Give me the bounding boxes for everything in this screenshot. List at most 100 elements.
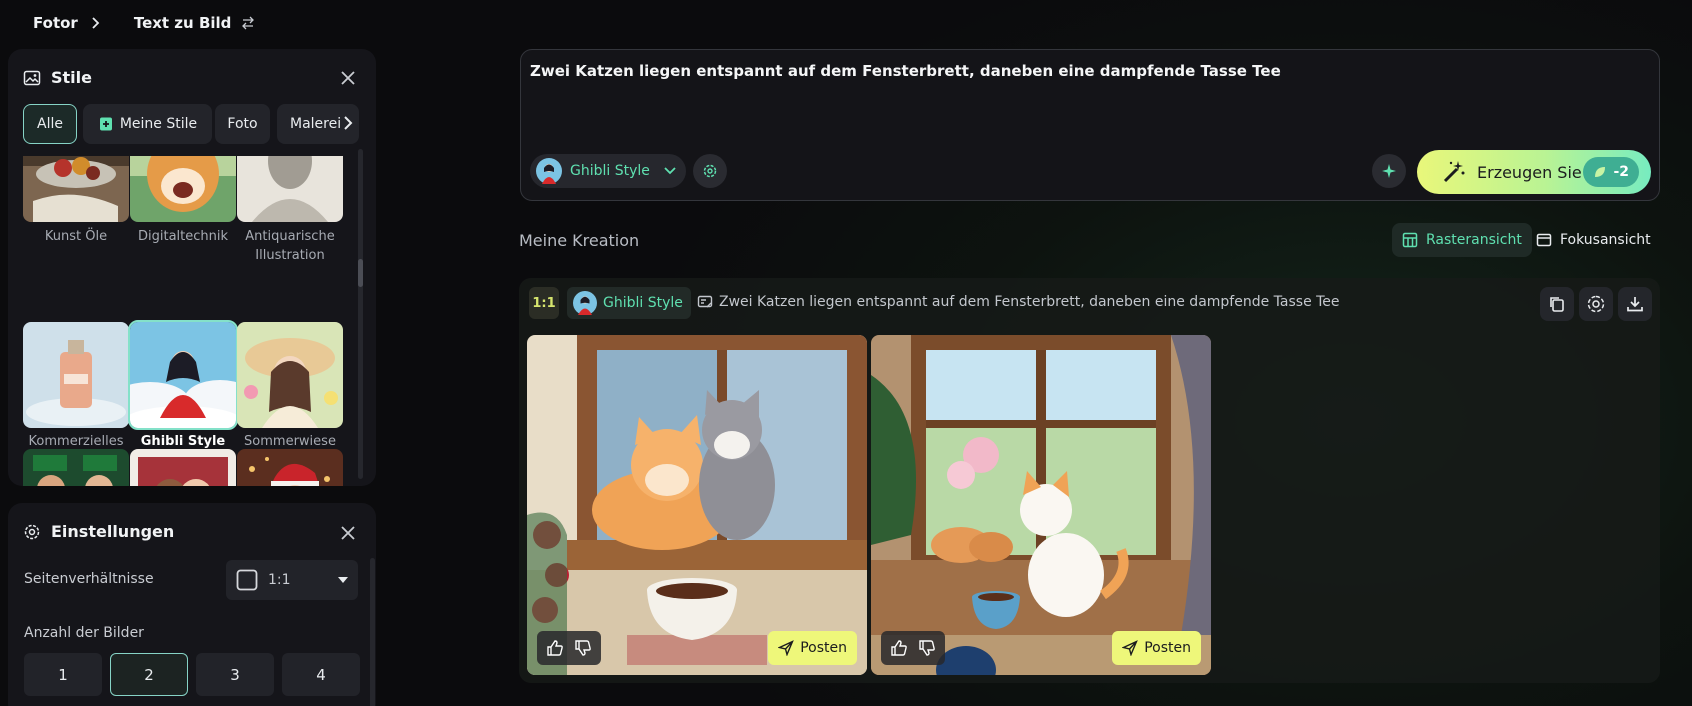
generated-image-2[interactable]: Posten bbox=[871, 335, 1211, 675]
square-ratio-icon bbox=[236, 569, 258, 591]
style-thumb-antiquarische-illustration[interactable] bbox=[237, 156, 343, 222]
style-selector[interactable]: Ghibli Style bbox=[530, 154, 686, 188]
vote-buttons-1 bbox=[537, 631, 601, 665]
chip-all[interactable]: Alle bbox=[23, 104, 77, 144]
settings-panel-header: Einstellungen bbox=[23, 522, 174, 541]
download-icon bbox=[1626, 295, 1644, 313]
prompt-edit-icon bbox=[697, 294, 713, 310]
chevron-down-icon bbox=[664, 167, 676, 175]
copy-icon bbox=[1548, 295, 1566, 313]
ghibli-avatar bbox=[536, 158, 562, 184]
swap-icon[interactable] bbox=[241, 16, 255, 30]
breadcrumb-home[interactable]: Fotor bbox=[33, 14, 78, 32]
post-button-label: Posten bbox=[1144, 640, 1191, 656]
thumbs-down-icon[interactable] bbox=[918, 639, 936, 657]
style-thumb-portrait[interactable] bbox=[130, 449, 236, 486]
settings-panel: Einstellungen Seitenverhältnisse 1:1 Anz… bbox=[8, 503, 376, 706]
styles-panel-header: Stile bbox=[23, 68, 92, 87]
breadcrumb-current[interactable]: Text zu Bild bbox=[134, 14, 232, 32]
focus-view-toggle[interactable]: Fokusansicht bbox=[1526, 223, 1661, 257]
focus-icon bbox=[1536, 232, 1552, 248]
styles-scrollbar-thumb[interactable] bbox=[358, 259, 363, 287]
post-button-1[interactable]: Posten bbox=[768, 631, 857, 665]
card-ratio-badge: 1:1 bbox=[529, 287, 559, 319]
chip-photo-label: Foto bbox=[227, 116, 258, 132]
style-label-antiquarische-illustration: Antiquarische Illustration bbox=[245, 229, 335, 263]
close-styles-icon[interactable] bbox=[337, 67, 359, 89]
creations-title: Meine Kreation bbox=[519, 231, 640, 250]
send-icon bbox=[1122, 640, 1139, 656]
card-prompt[interactable]: Zwei Katzen liegen entspannt auf dem Fen… bbox=[697, 294, 1340, 310]
count-option-3[interactable]: 3 bbox=[196, 653, 274, 696]
thumbs-up-icon[interactable] bbox=[890, 639, 908, 657]
style-thumb-christmas[interactable] bbox=[237, 449, 343, 486]
grid-view-toggle[interactable]: Rasteransicht bbox=[1392, 223, 1532, 257]
aspect-ratio-value: 1:1 bbox=[268, 572, 291, 588]
chip-my-styles[interactable]: Meine Stile bbox=[83, 104, 212, 144]
settings-scrollbar[interactable] bbox=[370, 558, 375, 706]
credit-value: -2 bbox=[1613, 164, 1629, 180]
styles-panel: Stile Alle Meine Stile Foto Malerei Kuns… bbox=[8, 49, 376, 486]
style-settings-button[interactable] bbox=[693, 154, 727, 188]
image-style-icon bbox=[23, 69, 41, 87]
styles-scrollbar[interactable] bbox=[358, 149, 363, 479]
chip-all-label: Alle bbox=[37, 116, 63, 132]
generate-button[interactable]: Erzeugen Sie -2 bbox=[1417, 150, 1651, 194]
card-style-label: Ghibli Style bbox=[603, 295, 683, 311]
thumbs-down-icon[interactable] bbox=[574, 639, 592, 657]
download-button[interactable] bbox=[1618, 287, 1652, 321]
styles-grid: Kunst Öle Digitaltechnik Antiquarische I… bbox=[23, 156, 348, 486]
style-thumb-kunst-oele[interactable] bbox=[23, 156, 129, 222]
magic-prompt-button[interactable] bbox=[1372, 154, 1406, 188]
breadcrumb: Fotor Text zu Bild bbox=[33, 14, 255, 32]
my-styles-icon bbox=[98, 116, 114, 132]
style-thumb-digitaltechnik[interactable] bbox=[130, 156, 236, 222]
ghibli-avatar-small bbox=[573, 291, 597, 315]
count-option-1[interactable]: 1 bbox=[24, 653, 102, 696]
chip-my-styles-label: Meine Stile bbox=[119, 116, 198, 132]
creation-card: 1:1 Ghibli Style Zwei Katzen liegen ents… bbox=[519, 278, 1660, 683]
post-button-label: Posten bbox=[800, 640, 847, 656]
card-prompt-text: Zwei Katzen liegen entspannt auf dem Fen… bbox=[719, 294, 1340, 310]
caret-down-icon bbox=[338, 577, 348, 583]
chip-photo[interactable]: Foto bbox=[215, 104, 270, 144]
grid-icon bbox=[1402, 232, 1418, 248]
style-thumb-kommerzielles-produkt[interactable] bbox=[23, 322, 129, 428]
style-thumb-party[interactable] bbox=[23, 449, 129, 486]
count-option-2[interactable]: 2 bbox=[110, 653, 188, 696]
generated-image-1[interactable]: Posten bbox=[527, 335, 867, 675]
regenerate-button[interactable] bbox=[1579, 287, 1613, 321]
style-thumb-ghibli-style[interactable] bbox=[128, 320, 238, 430]
grid-view-label: Rasteransicht bbox=[1426, 232, 1522, 248]
style-label-digitaltechnik: Digitaltechnik bbox=[137, 229, 229, 244]
generate-button-label: Erzeugen Sie bbox=[1477, 162, 1582, 182]
count-option-4[interactable]: 4 bbox=[282, 653, 360, 696]
chip-painting-label: Malerei bbox=[290, 116, 342, 132]
style-label-kunst-oele: Kunst Öle bbox=[44, 229, 108, 244]
thumbs-up-icon[interactable] bbox=[546, 639, 564, 657]
leaf-icon bbox=[1593, 165, 1607, 179]
magic-wand-icon bbox=[1441, 159, 1467, 185]
settings-gear-icon bbox=[23, 523, 41, 541]
close-settings-icon[interactable] bbox=[337, 522, 359, 544]
prompt-text[interactable]: Zwei Katzen liegen entspannt auf dem Fen… bbox=[530, 62, 1281, 80]
post-button-2[interactable]: Posten bbox=[1112, 631, 1201, 665]
style-selector-label: Ghibli Style bbox=[570, 163, 650, 179]
ai-icon bbox=[1587, 295, 1605, 313]
gear-icon bbox=[702, 163, 718, 179]
image-count-label: Anzahl der Bilder bbox=[24, 625, 144, 641]
chevron-right-icon bbox=[88, 16, 102, 30]
copy-button[interactable] bbox=[1540, 287, 1574, 321]
settings-panel-title: Einstellungen bbox=[51, 522, 175, 541]
chevron-right-icon[interactable] bbox=[341, 113, 355, 133]
send-icon bbox=[778, 640, 795, 656]
vote-buttons-2 bbox=[881, 631, 945, 665]
prompt-box[interactable]: Zwei Katzen liegen entspannt auf dem Fen… bbox=[520, 49, 1660, 201]
aspect-ratio-label: Seitenverhältnisse bbox=[24, 571, 154, 587]
focus-view-label: Fokusansicht bbox=[1560, 232, 1651, 248]
card-style-badge[interactable]: Ghibli Style bbox=[567, 287, 691, 319]
aspect-ratio-select[interactable]: 1:1 bbox=[226, 560, 358, 600]
styles-panel-title: Stile bbox=[51, 68, 92, 87]
sparkle-icon bbox=[1381, 163, 1397, 179]
style-thumb-sommerwiese[interactable] bbox=[237, 322, 343, 428]
